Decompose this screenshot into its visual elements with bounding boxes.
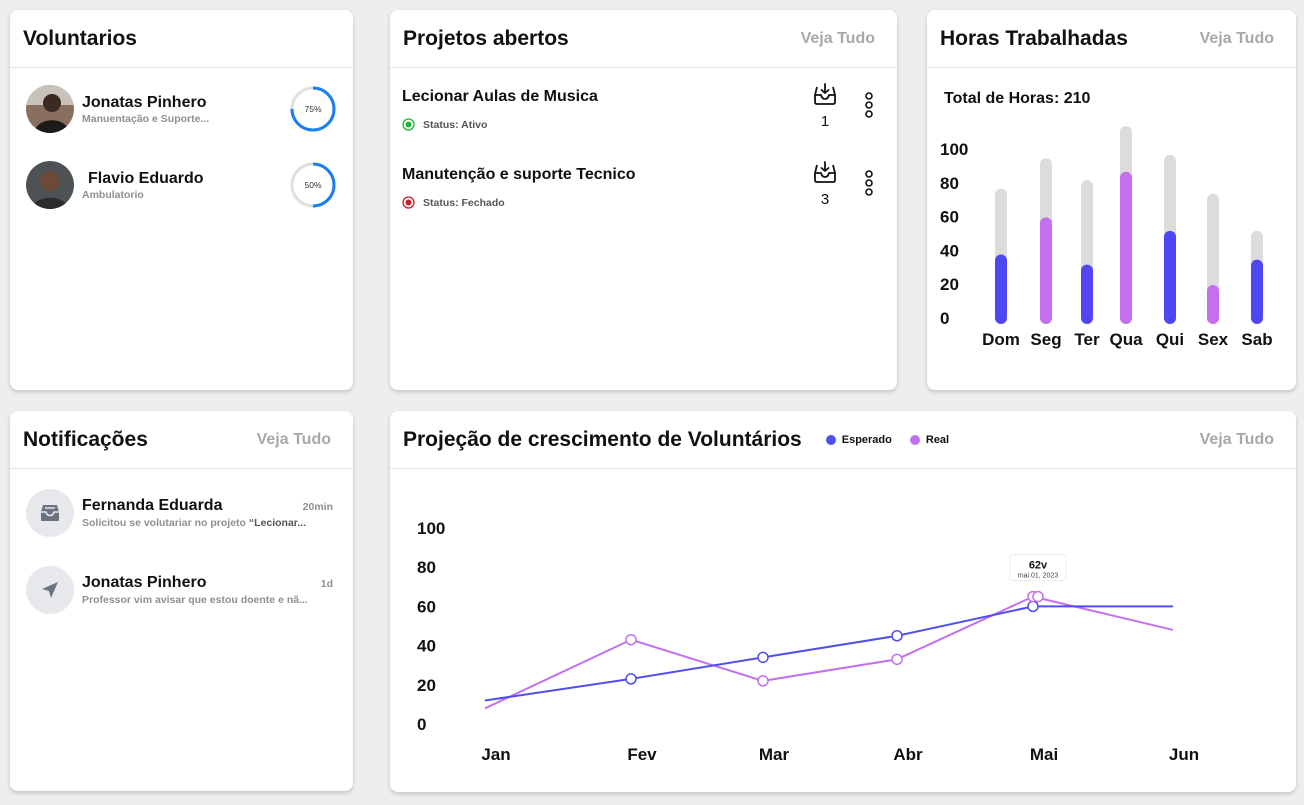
notification-time: 1d — [320, 578, 333, 590]
volunteer-item[interactable]: Jonatas Pinhero Manuentação e Suporte...… — [26, 84, 337, 134]
notification-message-highlight: “Lecionar... — [248, 517, 307, 529]
y-tick-label: 100 — [940, 140, 968, 159]
y-tick-label: 60 — [940, 208, 959, 227]
volunteer-role: Ambulatorio — [82, 188, 144, 201]
project-count: 1 — [820, 113, 830, 130]
projects-card: Projetos abertos Veja Tudo Lecionar Aula… — [390, 10, 897, 390]
tooltip-pointer — [1033, 580, 1043, 587]
x-tick-label: Ter — [1074, 330, 1100, 349]
notification-sender: Fernanda Eduarda — [82, 497, 223, 514]
x-tick-label: Jan — [481, 745, 510, 764]
progress-ring: 50% — [290, 162, 336, 208]
growth-projection-card: Projeção de crescimento de Voluntários E… — [390, 411, 1296, 792]
y-tick-label: 100 — [417, 519, 445, 538]
volunteers-header: Voluntarios — [10, 10, 353, 68]
progress-label: 75% — [304, 104, 321, 114]
y-tick-label: 40 — [417, 637, 436, 656]
y-tick-label: 0 — [417, 715, 426, 734]
project-status: Status: Fechado — [402, 196, 505, 209]
inbox-download-icon — [814, 83, 836, 105]
x-tick-label: Qua — [1109, 330, 1143, 349]
progress-label: 50% — [304, 180, 321, 190]
notifications-card: Notificações Veja Tudo Fernanda Eduarda … — [10, 411, 353, 791]
data-point[interactable] — [625, 633, 637, 646]
see-all-link[interactable]: Veja Tudo — [801, 30, 875, 48]
project-inbox-count[interactable]: 1 — [810, 82, 840, 130]
notification-time: 20min — [302, 501, 333, 513]
data-point[interactable] — [1027, 600, 1039, 613]
project-status-text: Status: Ativo — [423, 118, 488, 131]
notification-item[interactable]: Jonatas Pinhero 1d Professor vim avisar … — [26, 565, 333, 615]
x-tick-label: Dom — [982, 330, 1020, 349]
progress-ring: 75% — [290, 86, 336, 132]
send-icon — [26, 566, 74, 614]
x-tick-label: Mar — [759, 745, 790, 764]
growth-line-chart: 100 80 60 40 20 0 Jan Fev Mar Abr Mai Jun 62vmai 01,… — [417, 519, 1199, 764]
notification-message-text: Professor vim avisar que estou doente e … — [82, 594, 308, 606]
series-line-esperado — [484, 605, 1173, 702]
projects-header: Projetos abertos Veja Tudo — [390, 10, 897, 68]
y-tick-label: 80 — [417, 558, 436, 577]
y-tick-label: 40 — [940, 241, 959, 260]
project-count: 3 — [820, 191, 830, 208]
notification-message: Professor vim avisar que estou doente e … — [82, 594, 333, 606]
volunteer-role: Manuentação e Suporte... — [82, 112, 210, 125]
inbox-download-icon — [814, 161, 836, 183]
x-tick-label: Abr — [893, 745, 923, 764]
notifications-title: Notificações — [23, 427, 148, 451]
data-tooltip: 62vmai 01, 2023 — [1009, 554, 1067, 587]
y-tick-label: 20 — [940, 275, 959, 294]
hours-card: Horas Trabalhadas Veja Tudo Total de Hor… — [927, 10, 1296, 390]
status-dot-icon — [402, 118, 415, 131]
y-tick-label: 80 — [940, 174, 959, 193]
x-tick-label: Sab — [1241, 330, 1272, 349]
notification-item[interactable]: Fernanda Eduarda 20min Solicitou se volu… — [26, 488, 333, 538]
project-status-text: Status: Fechado — [423, 196, 505, 209]
hours-bar-chart: 100 80 60 40 20 0 Dom Seg Ter Qua Qui Sex Sab — [940, 126, 1273, 349]
project-inbox-count[interactable]: 3 — [810, 160, 840, 208]
data-point[interactable] — [891, 653, 903, 666]
more-options-icon[interactable] — [864, 92, 874, 118]
avatar — [26, 85, 74, 133]
tooltip-value: 62v — [1029, 560, 1048, 572]
y-tick-label: 60 — [417, 597, 436, 616]
x-tick-label: Jun — [1169, 745, 1199, 764]
data-point[interactable] — [757, 651, 769, 664]
project-status: Status: Ativo — [402, 118, 487, 131]
x-tick-label: Seg — [1030, 330, 1061, 349]
x-tick-label: Qui — [1156, 330, 1184, 349]
data-point[interactable] — [757, 675, 769, 687]
project-item[interactable]: Lecionar Aulas de Musica Status: Ativo 1 — [402, 83, 877, 144]
x-tick-label: Mai — [1030, 745, 1058, 764]
inbox-icon — [26, 489, 74, 537]
notifications-header: Notificações Veja Tudo — [10, 411, 353, 469]
project-item[interactable]: Manutenção e suporte Tecnico Status: Fec… — [402, 161, 877, 222]
more-options-icon[interactable] — [864, 170, 874, 196]
y-tick-label: 0 — [940, 309, 949, 328]
project-name: Manutenção e suporte Tecnico — [402, 166, 636, 183]
projects-title: Projetos abertos — [403, 26, 569, 50]
data-point[interactable] — [1032, 590, 1044, 603]
see-all-link[interactable]: Veja Tudo — [257, 431, 331, 449]
project-name: Lecionar Aulas de Musica — [402, 88, 598, 105]
avatar — [26, 161, 74, 209]
notification-message-text: Solicitou se volutariar no projeto — [82, 517, 249, 529]
volunteer-item[interactable]: Flavio Eduardo Ambulatorio 50% — [26, 160, 337, 210]
data-point[interactable] — [891, 630, 903, 642]
notification-sender: Jonatas Pinhero — [82, 574, 207, 591]
tooltip-date: mai 01, 2023 — [1018, 573, 1059, 580]
volunteers-title: Voluntarios — [23, 26, 137, 50]
notification-message: Solicitou se volutariar no projeto “Leci… — [82, 517, 333, 529]
volunteers-card: Voluntarios Jonatas Pinhero Manuentação … — [10, 10, 353, 390]
x-tick-label: Sex — [1198, 330, 1229, 349]
volunteer-name: Jonatas Pinhero — [82, 93, 207, 111]
data-point[interactable] — [625, 673, 637, 685]
status-dot-icon — [402, 196, 415, 209]
y-tick-label: 20 — [417, 676, 436, 695]
series-line-real — [484, 595, 1174, 710]
x-tick-label: Fev — [627, 745, 657, 764]
volunteer-name: Flavio Eduardo — [88, 169, 204, 187]
